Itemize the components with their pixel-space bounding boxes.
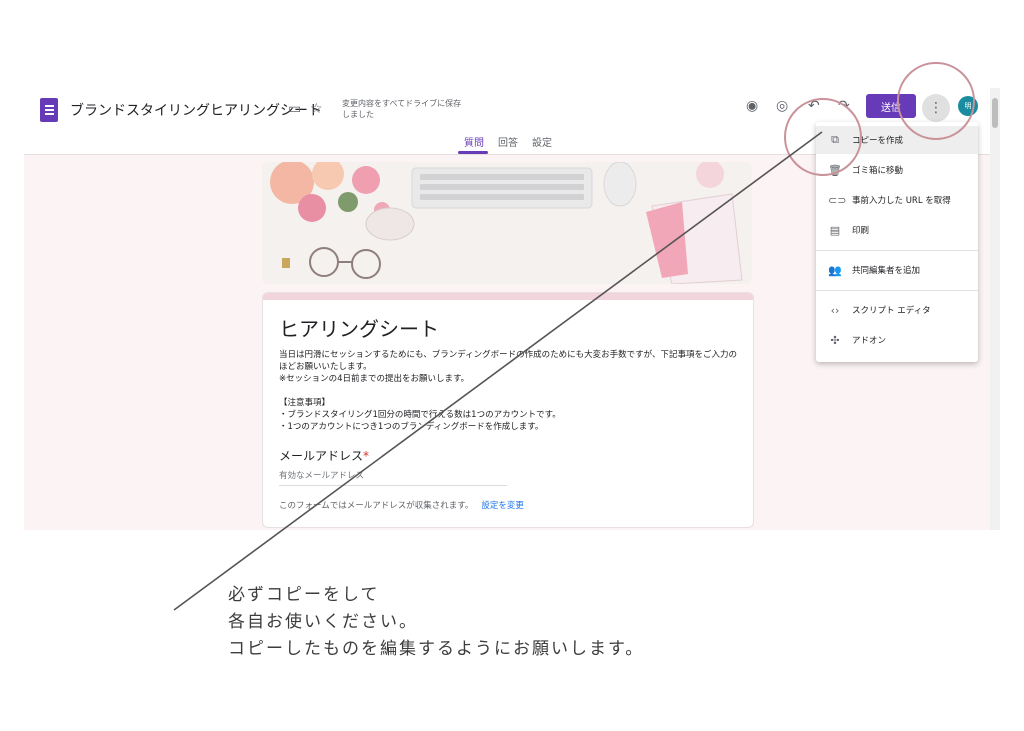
caption-line-3: コピーしたものを編集するようにお願いします。: [228, 639, 645, 659]
caption-line-1: 必ずコピーをして: [228, 585, 380, 605]
instruction-caption: 必ずコピーをして 各自お使いください。 コピーしたものを編集するようにお願いしま…: [228, 582, 644, 663]
caption-line-2: 各自お使いください。: [228, 612, 418, 632]
